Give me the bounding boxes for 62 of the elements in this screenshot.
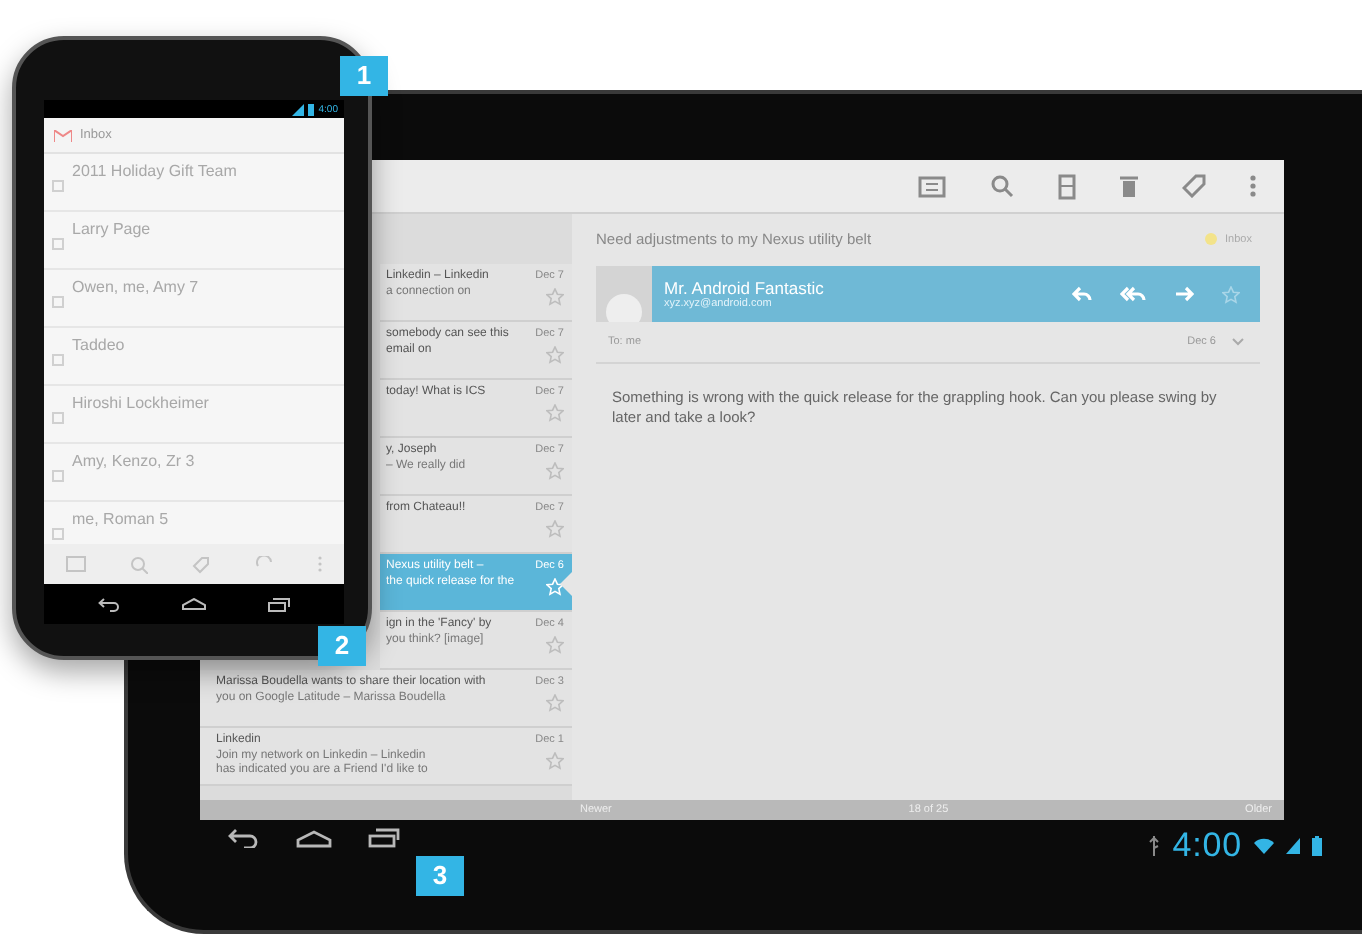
tag-icon[interactable] (1182, 174, 1206, 198)
home-icon[interactable] (296, 829, 332, 847)
sender-name: Mr. Android Fantastic (664, 277, 826, 298)
callout-badge: 3 (416, 856, 464, 896)
usb-icon (1148, 835, 1161, 856)
avatar-placeholder (596, 266, 652, 323)
star-icon[interactable] (1222, 285, 1240, 304)
checkbox-icon[interactable] (52, 470, 64, 482)
star-icon[interactable] (546, 752, 564, 770)
thread-sender: Taddeo (72, 336, 125, 354)
thread-sender: Owen, me, Amy 7 (72, 278, 199, 296)
tag-icon[interactable] (192, 555, 211, 573)
battery-icon (308, 103, 315, 115)
thread-sender: Amy, Kenzo, Zr 3 (72, 452, 195, 470)
star-icon[interactable] (546, 694, 564, 712)
star-icon[interactable] (546, 462, 564, 480)
callout-badge: 2 (318, 626, 366, 666)
checkbox-icon[interactable] (52, 296, 64, 308)
reply-icon[interactable] (1072, 286, 1092, 303)
more-icon[interactable] (317, 556, 322, 572)
thread-sender: Larry Page (72, 220, 151, 238)
home-icon[interactable] (181, 598, 206, 610)
phone-thread-row[interactable]: Amy, Kenzo, Zr 3 (44, 444, 344, 502)
wifi-icon (1254, 837, 1274, 854)
back-icon[interactable] (228, 828, 260, 848)
dropdown-icon[interactable] (1232, 338, 1244, 347)
thread-sender: Hiroshi Lockheimer (72, 394, 209, 412)
checkbox-icon[interactable] (52, 180, 64, 192)
phone-thread-row[interactable]: Owen, me, Amy 7 (44, 270, 344, 328)
status-clock: 4:00 (1172, 824, 1242, 868)
signal-icon (1286, 837, 1300, 854)
compose-icon[interactable] (66, 556, 87, 572)
trash-icon[interactable] (1120, 174, 1138, 198)
mail-logo-icon (54, 129, 72, 141)
thread-sender: me, Roman 5 (72, 510, 169, 528)
checkbox-icon[interactable] (52, 528, 64, 540)
phone-thread-row[interactable]: 2011 Holiday Gift Team (44, 154, 344, 212)
search-icon[interactable] (990, 174, 1014, 198)
checkbox-icon[interactable] (52, 238, 64, 250)
thread-sender: 2011 Holiday Gift Team (72, 162, 237, 180)
recent-apps-icon[interactable] (267, 597, 290, 611)
phone-thread-row[interactable]: Hiroshi Lockheimer (44, 386, 344, 444)
compose-icon[interactable] (918, 175, 946, 197)
back-icon[interactable] (98, 597, 121, 611)
search-icon[interactable] (130, 555, 149, 573)
callout-badge: 1 (340, 56, 388, 96)
checkbox-icon[interactable] (52, 412, 64, 424)
reply-all-icon[interactable] (1120, 286, 1146, 303)
phone-thread-row[interactable]: Taddeo (44, 328, 344, 386)
label-icon (1203, 232, 1218, 247)
star-icon[interactable] (546, 404, 564, 422)
battery-icon (1312, 835, 1322, 856)
phone-thread-row[interactable]: Larry Page (44, 212, 344, 270)
archive-icon[interactable] (1058, 173, 1076, 199)
recent-apps-icon[interactable] (368, 828, 400, 848)
checkbox-icon[interactable] (52, 354, 64, 366)
star-icon[interactable] (546, 288, 564, 306)
star-icon[interactable] (546, 636, 564, 654)
star-icon[interactable] (546, 346, 564, 364)
forward-icon[interactable] (1174, 286, 1194, 303)
more-icon[interactable] (1250, 174, 1256, 198)
star-icon[interactable] (546, 520, 564, 538)
